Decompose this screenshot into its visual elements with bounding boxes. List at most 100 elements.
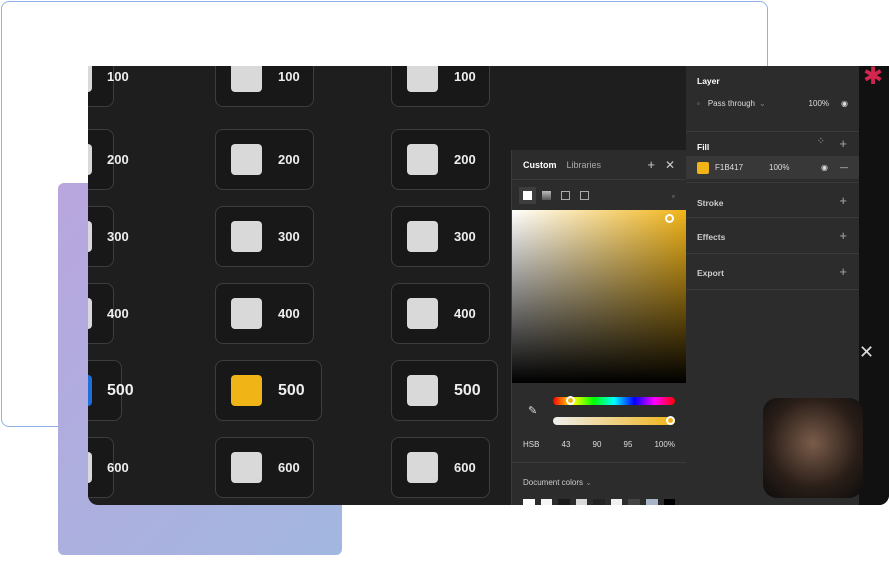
color-card-500[interactable]: 500: [88, 360, 134, 421]
document-color-chip[interactable]: [540, 499, 553, 505]
color-card-600[interactable]: 600: [88, 437, 129, 498]
tab-custom[interactable]: Custom: [523, 160, 557, 170]
color-card-400[interactable]: 400: [215, 283, 314, 344]
card-label: 300: [454, 229, 476, 244]
canvas-edge: ✱ ✕: [859, 66, 889, 505]
eye-icon[interactable]: ◉: [841, 99, 848, 108]
layer-opacity[interactable]: 100%: [809, 99, 829, 108]
add-effect-icon[interactable]: +: [839, 228, 847, 243]
card-label: 400: [454, 306, 476, 321]
close-icon[interactable]: ✕: [665, 158, 675, 172]
color-card-100[interactable]: 100: [391, 66, 490, 107]
color-card-600[interactable]: 600: [215, 437, 314, 498]
card-label: 100: [278, 69, 300, 84]
hue-value[interactable]: 43: [562, 440, 571, 449]
image-fill-icon[interactable]: [561, 190, 570, 200]
color-swatch: [88, 452, 92, 483]
color-card-200[interactable]: 200: [88, 129, 129, 190]
color-card-300[interactable]: 300: [88, 206, 129, 267]
color-card-500[interactable]: 500: [391, 360, 498, 421]
styles-icon[interactable]: ⁘: [817, 136, 825, 147]
brightness-value[interactable]: 95: [624, 440, 633, 449]
color-swatch: [407, 298, 438, 329]
stroke-heading: Stroke: [697, 198, 724, 208]
opacity-slider[interactable]: [553, 416, 675, 425]
add-stroke-icon[interactable]: +: [839, 193, 847, 208]
webcam-overlay: [763, 398, 863, 498]
add-icon[interactable]: +: [647, 157, 655, 172]
color-swatch: [231, 452, 262, 483]
saturation-brightness-field[interactable]: [512, 210, 687, 383]
document-color-chip[interactable]: [575, 499, 588, 505]
document-color-chip[interactable]: [523, 499, 535, 505]
fill-hex[interactable]: F1B417: [715, 163, 743, 172]
card-label: 100: [454, 69, 476, 84]
layer-heading: Layer: [697, 76, 720, 86]
document-color-chip[interactable]: [645, 499, 658, 505]
add-export-icon[interactable]: +: [839, 264, 847, 279]
color-picker: Custom Libraries + ✕ ◦ ✎ HSB 43 90 95 10…: [511, 150, 687, 505]
blend-icon: ◦: [697, 99, 700, 108]
add-fill-icon[interactable]: +: [839, 136, 847, 151]
color-swatch: [88, 66, 92, 92]
color-swatch: [407, 452, 438, 483]
remove-fill-icon[interactable]: —: [840, 163, 848, 172]
card-label: 600: [107, 460, 129, 475]
color-swatch: [88, 144, 92, 175]
card-label: 400: [278, 306, 300, 321]
solid-fill-icon[interactable]: [519, 186, 536, 204]
export-heading: Export: [697, 268, 724, 278]
eyedropper-icon[interactable]: ✎: [528, 404, 537, 417]
gradient-fill-icon[interactable]: [542, 190, 551, 200]
alpha-value[interactable]: 100%: [654, 440, 674, 449]
fill-opacity[interactable]: 100%: [769, 163, 789, 172]
document-color-chip[interactable]: [663, 499, 676, 505]
video-fill-icon[interactable]: [580, 190, 589, 200]
color-card-400[interactable]: 400: [391, 283, 490, 344]
card-label: 200: [454, 152, 476, 167]
color-mode-select[interactable]: HSB: [523, 440, 539, 449]
blend-drop-icon[interactable]: ◦: [672, 191, 675, 201]
card-label: 200: [107, 152, 129, 167]
cross-sticker-icon: ✕: [859, 342, 875, 362]
color-card-300[interactable]: 300: [215, 206, 314, 267]
color-swatch: [407, 66, 438, 92]
color-card-400[interactable]: 400: [88, 283, 129, 344]
blend-mode-select[interactable]: Pass through: [708, 99, 755, 108]
star-sticker-icon: ✱: [863, 66, 884, 90]
card-label: 600: [454, 460, 476, 475]
color-swatch: [88, 221, 92, 252]
opacity-handle[interactable]: [666, 416, 675, 425]
color-card-200[interactable]: 200: [391, 129, 490, 190]
color-swatch: [407, 144, 438, 175]
color-swatch: [407, 375, 438, 406]
hue-handle[interactable]: [566, 396, 575, 405]
saturation-value[interactable]: 90: [593, 440, 602, 449]
fill-heading: Fill: [697, 142, 710, 152]
card-label: 200: [278, 152, 300, 167]
field-handle[interactable]: [665, 214, 674, 223]
document-color-chip[interactable]: [628, 499, 640, 505]
color-card-100[interactable]: 100: [88, 66, 129, 107]
color-card-200[interactable]: 200: [215, 129, 314, 190]
document-colors-dropdown[interactable]: Document colors: [523, 478, 583, 487]
color-card-300[interactable]: 300: [391, 206, 490, 267]
fill-swatch[interactable]: [697, 161, 709, 174]
color-card-600[interactable]: 600: [391, 437, 490, 498]
color-swatch: [88, 298, 92, 329]
document-color-chip[interactable]: [593, 499, 605, 505]
tab-libraries[interactable]: Libraries: [567, 160, 602, 170]
card-label: 500: [107, 381, 134, 399]
hue-slider[interactable]: [553, 396, 675, 405]
color-swatch: [231, 375, 262, 406]
color-swatch: [231, 221, 262, 252]
color-swatch: [407, 221, 438, 252]
color-card-100[interactable]: 100: [215, 66, 314, 107]
document-color-chip[interactable]: [558, 499, 570, 505]
fill-eye-icon[interactable]: ◉: [821, 163, 828, 172]
card-label: 300: [278, 229, 300, 244]
color-card-500[interactable]: 500: [215, 360, 322, 421]
document-color-chip[interactable]: [610, 499, 623, 505]
effects-heading: Effects: [697, 232, 726, 242]
card-label: 500: [454, 381, 481, 399]
